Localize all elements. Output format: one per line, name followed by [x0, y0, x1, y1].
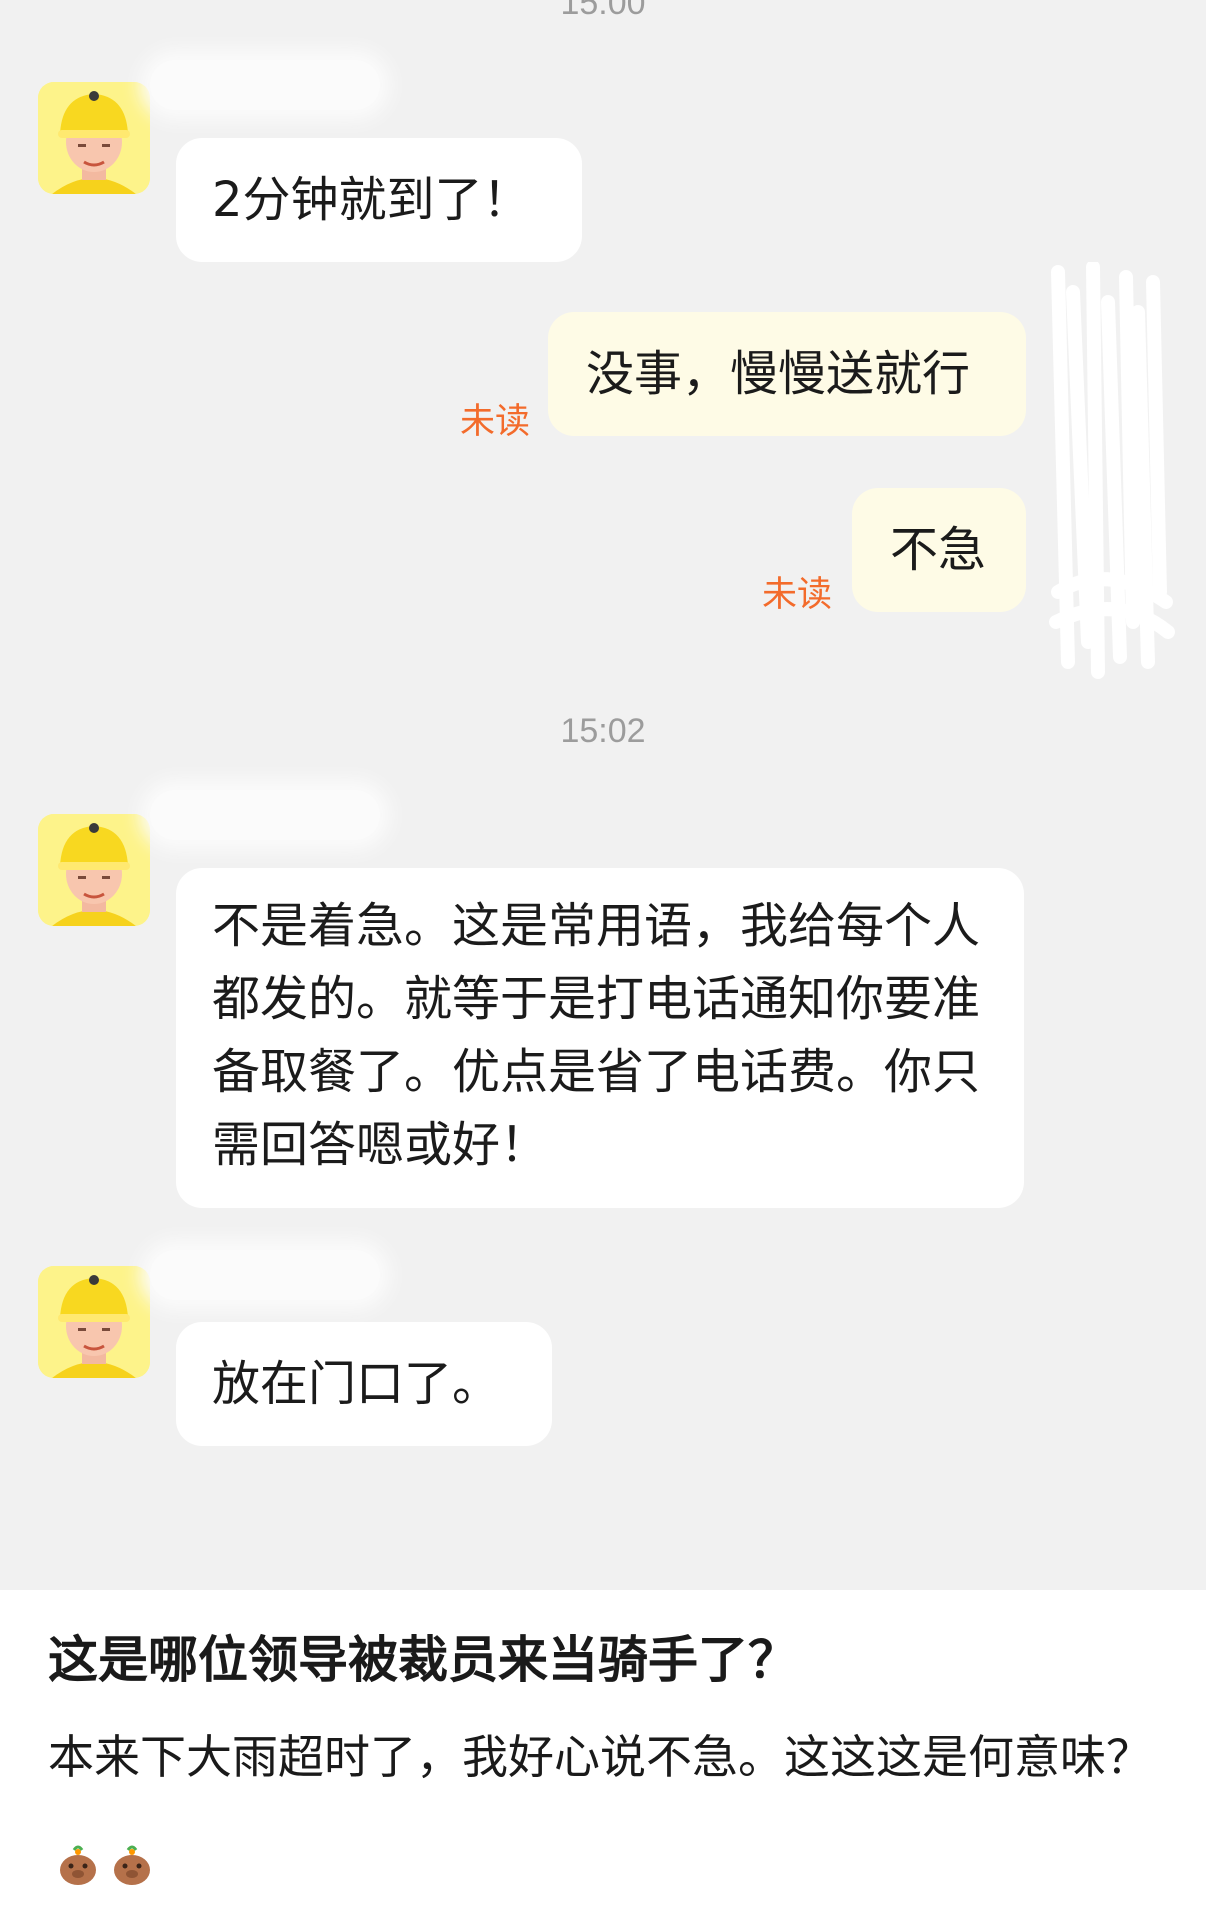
message-bubble[interactable]: 放在门口了。 [176, 1322, 552, 1446]
courier-avatar[interactable] [38, 82, 150, 194]
message-bubble[interactable]: 没事，慢慢送就行 [548, 312, 1026, 436]
message-bubble[interactable]: 不是着急。这是常用语，我给每个人都发的。就等于是打电话通知你要准备取餐了。优点是… [176, 868, 1024, 1208]
unread-label: 未读 [762, 575, 833, 615]
timestamp: 15:00 [560, 0, 646, 22]
message-text: 放在门口了。 [212, 1356, 501, 1412]
message-bubble[interactable]: 2分钟就到了！ [176, 138, 582, 262]
post-body: 本来下大雨超时了，我好心说不急。这这这是何意味？ [48, 1712, 1158, 1892]
chat-window[interactable]: 15:00 2分钟就到了！ 未读 没事，慢慢送就行 未读 不急 15:02 不是… [0, 0, 1206, 1590]
timestamp: 15:02 [560, 712, 646, 750]
sender-name-redacted [150, 1250, 380, 1300]
post-title: 这是哪位领导被裁员来当骑手了？ [48, 1631, 798, 1689]
sender-name-redacted [150, 790, 380, 840]
capybara-icon [54, 1827, 102, 1885]
unread-label: 未读 [460, 402, 531, 442]
message-text: 不是着急。这是常用语，我给每个人都发的。就等于是打电话通知你要准备取餐了。优点是… [212, 898, 981, 1173]
sender-name-redacted [150, 60, 380, 110]
courier-avatar[interactable] [38, 814, 150, 926]
message-bubble[interactable]: 不急 [852, 488, 1026, 612]
courier-avatar[interactable] [38, 1266, 150, 1378]
capybara-icon [108, 1827, 156, 1885]
message-text: 没事，慢慢送就行 [586, 346, 971, 402]
redaction-scribble [1049, 262, 1175, 679]
message-text: 不急 [890, 522, 987, 578]
message-text: 2分钟就到了！ [212, 172, 531, 228]
post-body-text: 本来下大雨超时了，我好心说不急。这这这是何意味？ [48, 1730, 1152, 1784]
post-content: 这是哪位领导被裁员来当骑手了？ 本来下大雨超时了，我好心说不急。这这这是何意味？ [0, 1590, 1206, 1885]
